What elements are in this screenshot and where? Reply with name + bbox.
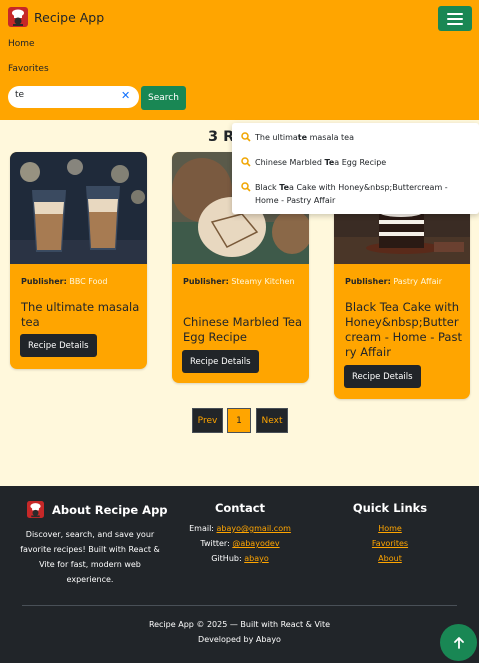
brand[interactable]: Recipe App [8, 7, 104, 27]
suggestion-text: Chinese Marbled Tea Egg Recipe [255, 158, 387, 167]
github-link[interactable]: abayo [244, 554, 269, 563]
suggestion-item[interactable]: Chinese Marbled Tea Egg Recipe [241, 156, 386, 169]
hamburger-icon [447, 12, 463, 15]
footer-about-text: Discover, search, and save your favorite… [20, 530, 160, 584]
publisher-name: Steamy Kitchen [231, 277, 295, 286]
publisher-line: Publisher: Steamy Kitchen [183, 274, 303, 289]
contact-twitter: Twitter: @abayodev [160, 536, 320, 551]
recipe-title: Black Tea Cake with Honey&nbsp;Buttercre… [345, 300, 462, 359]
search-icon [241, 182, 251, 192]
publisher-line: Publisher: BBC Food [21, 274, 108, 289]
pagination-page-button[interactable]: 1 [227, 408, 251, 433]
email-label: Email: [189, 524, 214, 533]
footer-link-favorites[interactable]: Favorites [340, 536, 440, 551]
clear-icon[interactable]: ✕ [121, 89, 130, 102]
footer-link-about[interactable]: About [340, 551, 440, 566]
suggestion-item[interactable]: The ultimate masala tea [241, 131, 354, 144]
footer-link-home[interactable]: Home [340, 521, 440, 536]
search-button[interactable]: Search [141, 86, 186, 110]
chef-logo-icon [27, 501, 44, 518]
search-icon [241, 157, 251, 167]
app-title: Recipe App [34, 9, 105, 25]
developer-credit: Developed by Abayo [198, 635, 281, 644]
publisher-name: BBC Food [69, 277, 108, 286]
chef-logo-icon [8, 7, 28, 27]
pagination-prev-button[interactable]: Prev [192, 408, 223, 433]
recipe-details-button[interactable]: Recipe Details [182, 350, 259, 373]
twitter-link[interactable]: @abayodev [232, 539, 279, 548]
search-suggestions: The ultimate masala tea Chinese Marbled … [232, 123, 479, 214]
recipe-details-button[interactable]: Recipe Details [20, 334, 97, 357]
twitter-label: Twitter: [200, 539, 230, 548]
footer-about-title: About Recipe App [52, 502, 168, 517]
footer-quick-links-title: Quick Links [352, 501, 428, 515]
nav-favorites-link[interactable]: Favorites [8, 64, 49, 74]
github-label: GitHub: [211, 554, 242, 563]
nav-home-link[interactable]: Home [8, 39, 35, 49]
hamburger-icon [447, 17, 463, 20]
copyright-text: Recipe App © 2025 — Built with React & V… [148, 620, 331, 629]
publisher-name: Pastry Affair [393, 277, 442, 286]
recipe-card: Publisher: BBC Food The ultimate masala … [10, 152, 147, 369]
suggestion-text: The ultimate masala tea [255, 133, 354, 142]
contact-email: Email: abayo@gmail.com [160, 521, 320, 536]
email-link[interactable]: abayo@gmail.com [217, 524, 291, 533]
navbar: Recipe App Home Favorites ✕ Search [0, 0, 479, 120]
recipe-title: The ultimate masala tea [21, 300, 140, 329]
footer: About Recipe App Discover, search, and s… [0, 486, 479, 663]
recipe-details-button[interactable]: Recipe Details [344, 365, 421, 388]
recipe-image[interactable] [10, 152, 147, 264]
search-icon [241, 132, 251, 142]
suggestion-item[interactable]: Black Tea Cake with Honey&nbsp;Buttercre… [241, 181, 466, 207]
publisher-line: Publisher: Pastry Affair [345, 274, 442, 289]
arrow-up-icon [453, 636, 464, 649]
recipe-title: Chinese Marbled Tea Egg Recipe [183, 315, 303, 344]
publisher-label: Publisher: [183, 277, 229, 286]
publisher-label: Publisher: [21, 277, 67, 286]
scroll-to-top-button[interactable] [440, 624, 477, 661]
menu-toggle-button[interactable] [438, 6, 472, 31]
footer-about-heading: About Recipe App [27, 501, 168, 518]
search-input[interactable] [15, 90, 115, 100]
results-heading: 3 R [208, 129, 235, 145]
hamburger-icon [447, 22, 463, 25]
publisher-label: Publisher: [345, 277, 391, 286]
footer-contact-title: Contact [214, 501, 266, 515]
contact-github: GitHub: abayo [160, 551, 320, 566]
footer-divider [22, 605, 457, 606]
search-box: ✕ [8, 86, 139, 108]
suggestion-text: Black Tea Cake with Honey&nbsp;Buttercre… [255, 183, 448, 205]
pagination-next-button[interactable]: Next [256, 408, 288, 433]
